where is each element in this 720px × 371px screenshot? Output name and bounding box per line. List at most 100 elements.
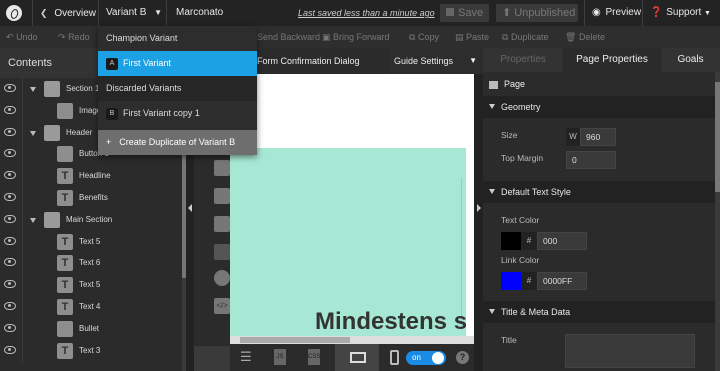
width-input[interactable]: 960: [580, 128, 616, 146]
visibility-eye-icon[interactable]: [4, 149, 16, 158]
create-duplicate-button[interactable]: + Create Duplicate of Variant B: [98, 130, 257, 155]
meta-title: Title & Meta Data: [501, 307, 571, 317]
layer-row[interactable]: T Text 5: [0, 230, 182, 253]
send-backward-button[interactable]: Send Backward: [257, 26, 320, 48]
tab-guide-settings[interactable]: Guide Settings ▼: [390, 48, 483, 74]
css-file-icon[interactable]: CSS: [308, 349, 320, 365]
layer-row[interactable]: Bullet: [0, 317, 182, 340]
visibility-eye-icon[interactable]: [4, 302, 16, 310]
hash-prefix: #: [521, 232, 537, 250]
variant-badge: A: [106, 57, 118, 70]
expand-caret-icon[interactable]: [30, 87, 36, 92]
back-overview-link[interactable]: ❮ Overview: [40, 0, 96, 26]
top-margin-label: Top Margin: [501, 153, 544, 163]
headline-text[interactable]: Mindestens s: [315, 308, 466, 336]
divider: [22, 296, 23, 318]
tab-goals[interactable]: Goals: [661, 48, 720, 72]
tab-properties[interactable]: Properties: [483, 48, 563, 72]
undo-button[interactable]: ↶ Undo: [6, 26, 38, 48]
mobile-toggle[interactable]: on: [406, 351, 446, 365]
form-tool-icon[interactable]: [214, 216, 230, 232]
mobile-icon[interactable]: [390, 350, 399, 365]
page-node[interactable]: Page: [489, 77, 525, 91]
page-name[interactable]: Marconato: [176, 0, 223, 26]
page-section[interactable]: Mindestens s: [230, 148, 466, 344]
visibility-eye-icon[interactable]: [4, 193, 16, 201]
expand-caret-icon[interactable]: [30, 130, 36, 136]
visibility-eye-icon[interactable]: [4, 105, 16, 114]
variant-selector[interactable]: Variant B ▼: [106, 0, 162, 26]
js-file-icon[interactable]: JS: [274, 349, 286, 365]
paste-icon: ▤: [455, 32, 464, 42]
toggle-label: on: [412, 353, 421, 362]
tab-page-properties[interactable]: Page Properties: [563, 48, 661, 72]
tab-form-confirmation[interactable]: Form Confirmation Dialog: [257, 48, 360, 74]
redo-button[interactable]: ↷ Redo: [58, 26, 90, 48]
visibility-eye-icon[interactable]: [4, 323, 16, 332]
variant-item-b[interactable]: B First Variant copy 1: [98, 101, 257, 126]
layer-row[interactable]: T Benefits: [0, 187, 182, 209]
delete-button[interactable]: 🗑 Delete: [565, 26, 605, 48]
collapse-left-icon[interactable]: [188, 204, 192, 212]
visibility-eye-icon[interactable]: [4, 84, 16, 92]
hscroll-thumb[interactable]: [240, 337, 350, 343]
layer-row[interactable]: T Text 4: [0, 296, 182, 318]
link-color-swatch[interactable]: [501, 272, 521, 290]
publish-button[interactable]: ⬆ Unpublished: [496, 4, 578, 22]
list-icon[interactable]: ☰: [240, 350, 254, 364]
text-color-input[interactable]: 000: [537, 232, 587, 250]
copy-button[interactable]: ⧉ Copy: [409, 26, 439, 48]
layer-row[interactable]: T Text 6: [0, 252, 182, 275]
duplicate-button[interactable]: ⧉ Duplicate: [502, 26, 548, 48]
link-color-input[interactable]: 0000FF: [537, 272, 587, 290]
scroll-thumb[interactable]: [715, 82, 720, 192]
desktop-icon: [350, 352, 366, 363]
top-bar: ❮ Overview Variant B ▼ Marconato Last sa…: [0, 0, 720, 26]
copy-icon: ⧉: [409, 32, 416, 42]
variant-item-a[interactable]: A First Variant: [98, 51, 257, 76]
geometry-section-header[interactable]: Geometry: [483, 96, 715, 118]
layer-label: Main Section: [66, 214, 113, 224]
properties-scrollbar[interactable]: [715, 72, 720, 371]
page-title-input[interactable]: [565, 334, 695, 368]
visibility-eye-icon[interactable]: [4, 214, 16, 223]
layer-row[interactable]: T Text 5: [0, 274, 182, 297]
visibility-eye-icon[interactable]: [4, 236, 16, 245]
unbounce-logo-icon[interactable]: [6, 5, 22, 21]
text-style-section-header[interactable]: Default Text Style: [483, 181, 715, 203]
layer-row[interactable]: T Headline: [0, 165, 182, 188]
preview-button[interactable]: ◉ Preview: [592, 0, 641, 26]
image-tool-icon[interactable]: [214, 160, 230, 176]
visibility-eye-icon[interactable]: [4, 258, 16, 267]
text-element-icon: T: [57, 168, 73, 185]
visibility-eye-icon[interactable]: [4, 280, 16, 289]
top-margin-input[interactable]: 0: [566, 151, 616, 169]
visibility-eye-icon[interactable]: [4, 171, 16, 180]
caret-down-icon: ▼: [469, 56, 477, 65]
help-icon[interactable]: ?: [456, 351, 469, 364]
right-collapse-bar[interactable]: [474, 74, 483, 371]
overview-label: Overview: [54, 8, 97, 19]
code-tool-icon[interactable]: </>: [214, 298, 230, 314]
video-tool-icon[interactable]: [214, 188, 230, 204]
text-color-swatch[interactable]: [501, 232, 521, 250]
support-menu[interactable]: ❓ Support ▼: [650, 0, 711, 26]
expand-caret-icon[interactable]: [30, 217, 36, 223]
play-tool-icon[interactable]: [214, 270, 230, 286]
desktop-view-button[interactable]: [335, 344, 379, 371]
paste-button[interactable]: ▤ Paste: [455, 26, 489, 48]
meta-section-header[interactable]: Title & Meta Data: [483, 301, 715, 323]
visibility-eye-icon[interactable]: [4, 127, 16, 136]
undo-label: Undo: [16, 32, 38, 42]
publish-label: Unpublished: [514, 7, 576, 19]
divider: [584, 0, 585, 26]
variant-item-label: First Variant: [123, 58, 171, 68]
bring-forward-button[interactable]: ▣ Bring Forward: [322, 26, 390, 48]
collapse-right-icon[interactable]: [477, 204, 481, 212]
save-button[interactable]: Save: [440, 4, 490, 22]
box-tool-icon[interactable]: [214, 244, 230, 260]
canvas-hscrollbar[interactable]: [230, 336, 474, 344]
layer-row[interactable]: T Text 3: [0, 339, 182, 362]
visibility-eye-icon[interactable]: [4, 345, 16, 354]
layer-row[interactable]: Main Section: [0, 208, 182, 231]
